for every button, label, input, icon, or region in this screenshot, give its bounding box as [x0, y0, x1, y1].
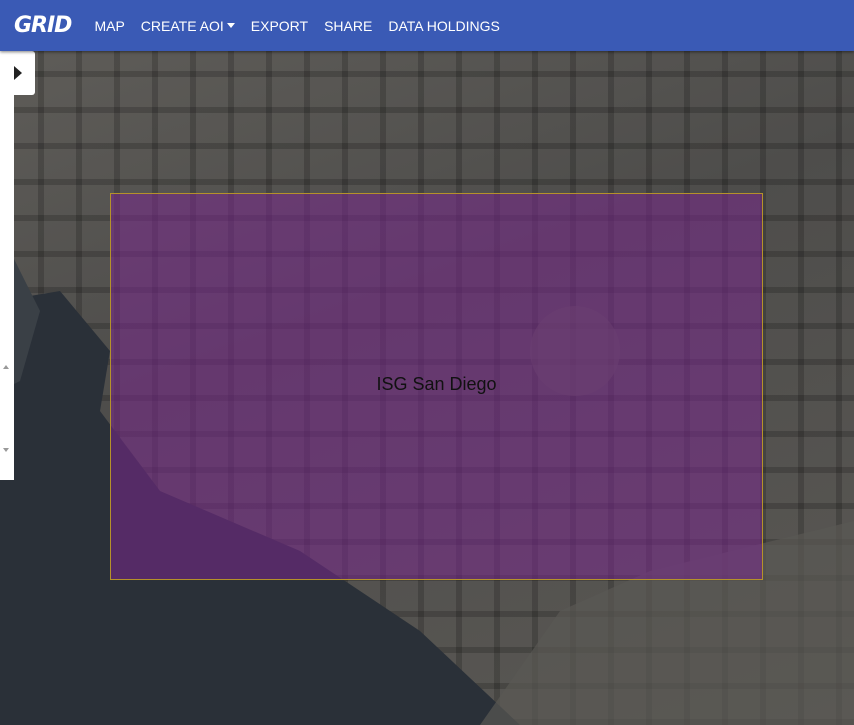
satellite-map[interactable]: ISG San Diego [0, 51, 854, 725]
side-panel-strip [0, 95, 14, 480]
top-navbar: GRID MAP CREATE AOI EXPORT SHARE DATA HO… [0, 0, 854, 51]
scroll-down-icon[interactable] [3, 448, 9, 452]
scroll-up-icon[interactable] [3, 365, 9, 369]
nav-map-label: MAP [94, 17, 125, 34]
nav-data-holdings[interactable]: DATA HOLDINGS [388, 18, 500, 34]
aoi-label: ISG San Diego [376, 374, 497, 394]
grid-logo[interactable]: GRID [14, 13, 72, 38]
nav-data-holdings-label: DATA HOLDINGS [388, 17, 500, 34]
caret-down-icon [226, 23, 235, 28]
nav-create-aoi[interactable]: CREATE AOI [141, 18, 235, 34]
nav-export[interactable]: EXPORT [251, 18, 308, 34]
nav-map[interactable]: MAP [94, 18, 124, 34]
aoi-rectangle[interactable]: ISG San Diego [110, 193, 763, 580]
nav-create-aoi-label: CREATE AOI [140, 17, 224, 34]
panel-toggle-button[interactable] [0, 51, 35, 95]
nav-export-label: EXPORT [250, 17, 309, 34]
nav-share-label: SHARE [324, 17, 373, 34]
nav-share[interactable]: SHARE [324, 18, 372, 34]
chevron-right-icon [13, 66, 22, 80]
